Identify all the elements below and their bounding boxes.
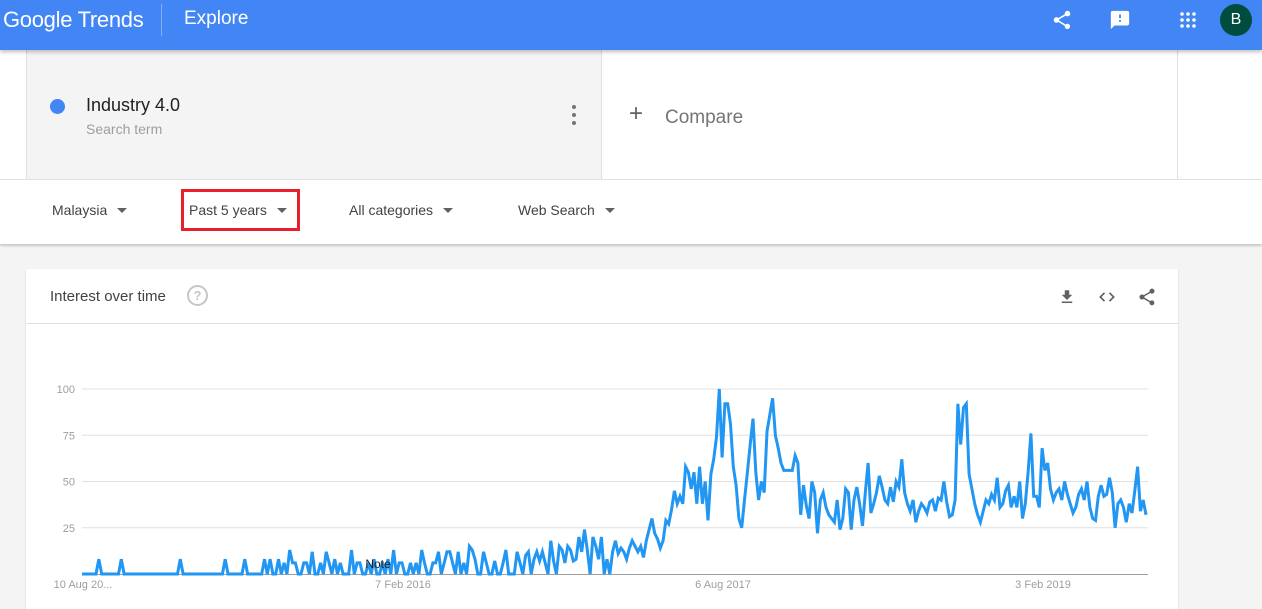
help-icon[interactable]: ? xyxy=(187,285,208,306)
header-divider xyxy=(161,4,162,36)
chevron-down-icon xyxy=(604,207,615,213)
logo-trends: Trends xyxy=(77,7,144,32)
account-avatar[interactable]: B xyxy=(1220,4,1252,36)
card-header: Interest over time ? xyxy=(26,269,1178,324)
share-icon[interactable] xyxy=(1136,286,1158,308)
interest-over-time-card: Interest over time ? xyxy=(26,269,1178,609)
search-type-dropdown[interactable]: Web Search xyxy=(518,202,615,218)
page-title: Explore xyxy=(184,8,249,29)
category-dropdown[interactable]: All categories xyxy=(349,202,454,218)
feedback-icon[interactable] xyxy=(1108,8,1132,32)
category-value: All categories xyxy=(349,202,434,218)
compare-label: Compare xyxy=(665,107,744,128)
chevron-down-icon xyxy=(117,207,128,213)
search-terms-bar: Industry 4.0 Search term + Compare xyxy=(0,50,1262,180)
search-term-card[interactable]: Industry 4.0 Search term xyxy=(26,50,602,179)
search-type-value: Web Search xyxy=(518,202,595,218)
compare-button[interactable]: + Compare xyxy=(602,50,1178,179)
card-title: Interest over time xyxy=(50,288,166,305)
logo-google: Google xyxy=(3,7,73,32)
term-name[interactable]: Industry 4.0 xyxy=(86,95,180,116)
term-type: Search term xyxy=(86,121,163,137)
add-icon: + xyxy=(629,100,644,127)
more-vert-icon[interactable] xyxy=(567,105,581,125)
chevron-down-icon xyxy=(443,207,454,213)
term-color-dot xyxy=(50,99,65,114)
region-value: Malaysia xyxy=(52,202,108,218)
share-icon[interactable] xyxy=(1050,8,1074,32)
download-icon[interactable] xyxy=(1056,286,1078,308)
apps-icon[interactable] xyxy=(1176,8,1200,32)
region-dropdown[interactable]: Malaysia xyxy=(52,202,128,218)
google-trends-logo[interactable]: Google Trends xyxy=(3,7,144,33)
top-app-bar: Google Trends Explore B xyxy=(0,0,1262,50)
highlight-box xyxy=(181,189,300,231)
embed-icon[interactable] xyxy=(1096,286,1118,308)
